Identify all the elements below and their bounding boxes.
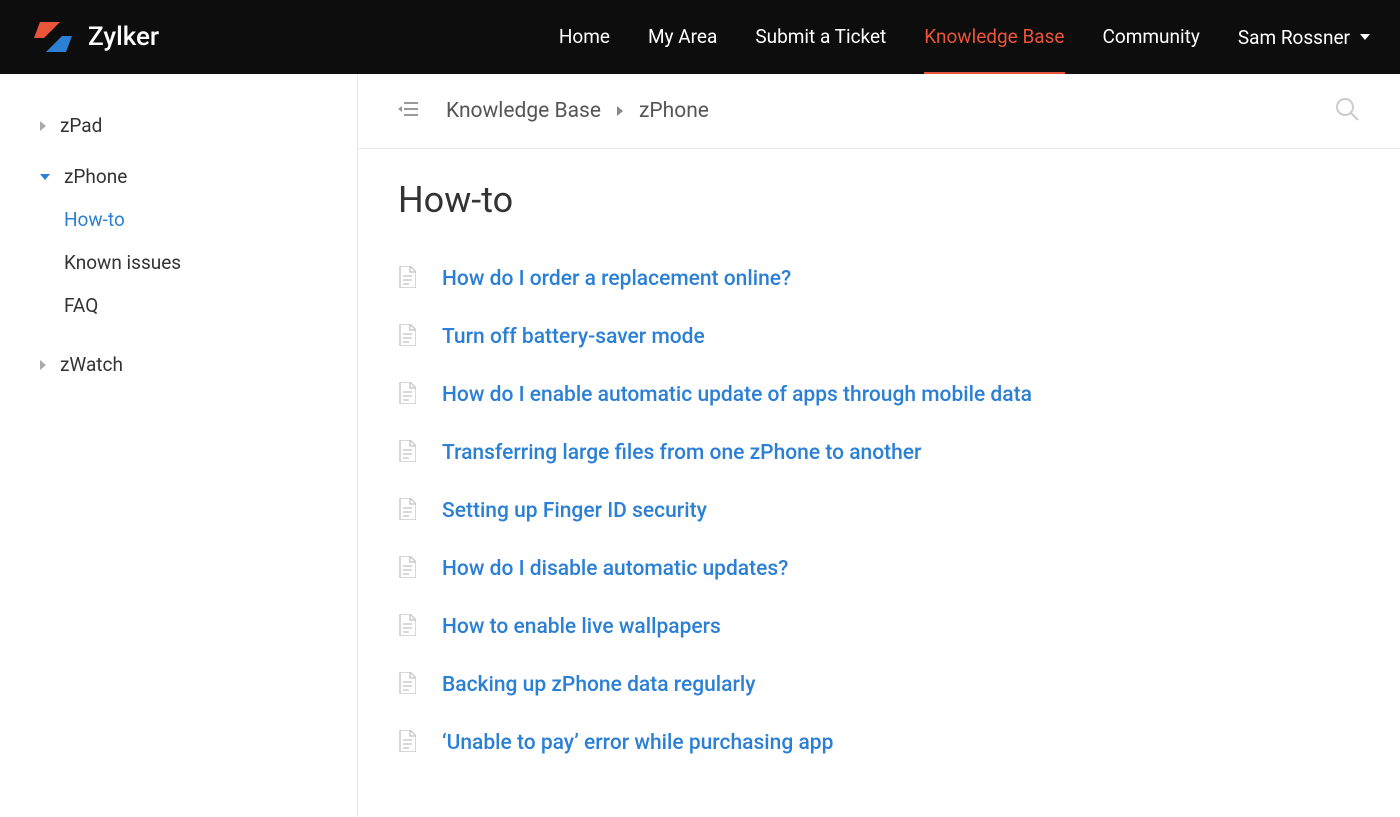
- article-item[interactable]: Transferring large files from one zPhone…: [398, 440, 1360, 466]
- main-content: Knowledge Base zPhone How-to How do I or…: [358, 74, 1400, 817]
- document-icon: [398, 382, 416, 408]
- article-item[interactable]: Turn off battery-saver mode: [398, 324, 1360, 350]
- breadcrumb-current[interactable]: zPhone: [639, 99, 709, 123]
- article-title: How do I order a replacement online?: [442, 267, 791, 291]
- main-nav: Home My Area Submit a Ticket Knowledge B…: [559, 1, 1370, 74]
- document-icon: [398, 324, 416, 350]
- nav-submit-ticket[interactable]: Submit a Ticket: [755, 1, 886, 74]
- sidebar-label: zWatch: [60, 353, 123, 376]
- document-icon: [398, 556, 416, 582]
- article-title: ‘Unable to pay’ error while purchasing a…: [442, 731, 833, 755]
- logo-icon: [30, 14, 76, 60]
- sidebar-item-zphone[interactable]: zPhone: [0, 155, 357, 198]
- article-item[interactable]: ‘Unable to pay’ error while purchasing a…: [398, 730, 1360, 756]
- user-menu[interactable]: Sam Rossner: [1238, 26, 1370, 49]
- nav-my-area[interactable]: My Area: [648, 1, 717, 74]
- search-icon[interactable]: [1334, 96, 1360, 126]
- article-item[interactable]: How do I enable automatic update of apps…: [398, 382, 1360, 408]
- article-item[interactable]: Setting up Finger ID security: [398, 498, 1360, 524]
- collapse-sidebar-icon[interactable]: [398, 101, 418, 121]
- article-item[interactable]: How do I order a replacement online?: [398, 266, 1360, 292]
- sidebar-label: zPad: [60, 114, 102, 137]
- article-item[interactable]: How do I disable automatic updates?: [398, 556, 1360, 582]
- article-list: How do I order a replacement online? Turn…: [398, 266, 1360, 756]
- sidebar-sub-howto[interactable]: How-to: [64, 198, 357, 241]
- page-title: How-to: [398, 179, 1360, 221]
- topbar: Knowledge Base zPhone: [358, 74, 1400, 149]
- caret-right-icon: [40, 121, 46, 131]
- article-title: How do I enable automatic update of apps…: [442, 383, 1032, 407]
- caret-down-icon: [40, 174, 50, 180]
- document-icon: [398, 614, 416, 640]
- brand-name: Zylker: [88, 22, 159, 52]
- article-item[interactable]: Backing up zPhone data regularly: [398, 672, 1360, 698]
- user-name: Sam Rossner: [1238, 26, 1350, 49]
- nav-knowledge-base[interactable]: Knowledge Base: [924, 1, 1064, 74]
- nav-community[interactable]: Community: [1103, 1, 1200, 74]
- sidebar: zPad zPhone How-to Known issues FAQ zWat…: [0, 74, 358, 817]
- document-icon: [398, 266, 416, 292]
- sidebar-label: zPhone: [64, 165, 127, 188]
- document-icon: [398, 730, 416, 756]
- header: Zylker Home My Area Submit a Ticket Know…: [0, 0, 1400, 74]
- document-icon: [398, 498, 416, 524]
- sidebar-item-zwatch[interactable]: zWatch: [0, 343, 357, 386]
- article-title: How do I disable automatic updates?: [442, 557, 788, 581]
- article-title: Transferring large files from one zPhone…: [442, 441, 921, 465]
- article-title: How to enable live wallpapers: [442, 615, 721, 639]
- document-icon: [398, 440, 416, 466]
- article-title: Turn off battery-saver mode: [442, 325, 705, 349]
- caret-right-icon: [40, 360, 46, 370]
- breadcrumb-separator-icon: [617, 106, 623, 116]
- nav-home[interactable]: Home: [559, 1, 610, 74]
- document-icon: [398, 672, 416, 698]
- brand-logo[interactable]: Zylker: [30, 14, 159, 60]
- article-title: Backing up zPhone data regularly: [442, 673, 756, 697]
- sidebar-item-zpad[interactable]: zPad: [0, 104, 357, 147]
- breadcrumb: Knowledge Base zPhone: [446, 99, 709, 123]
- sidebar-sub-known-issues[interactable]: Known issues: [64, 241, 357, 284]
- article-title: Setting up Finger ID security: [442, 499, 707, 523]
- sidebar-sub-faq[interactable]: FAQ: [64, 284, 357, 327]
- article-item[interactable]: How to enable live wallpapers: [398, 614, 1360, 640]
- chevron-down-icon: [1360, 34, 1370, 40]
- breadcrumb-root[interactable]: Knowledge Base: [446, 99, 601, 123]
